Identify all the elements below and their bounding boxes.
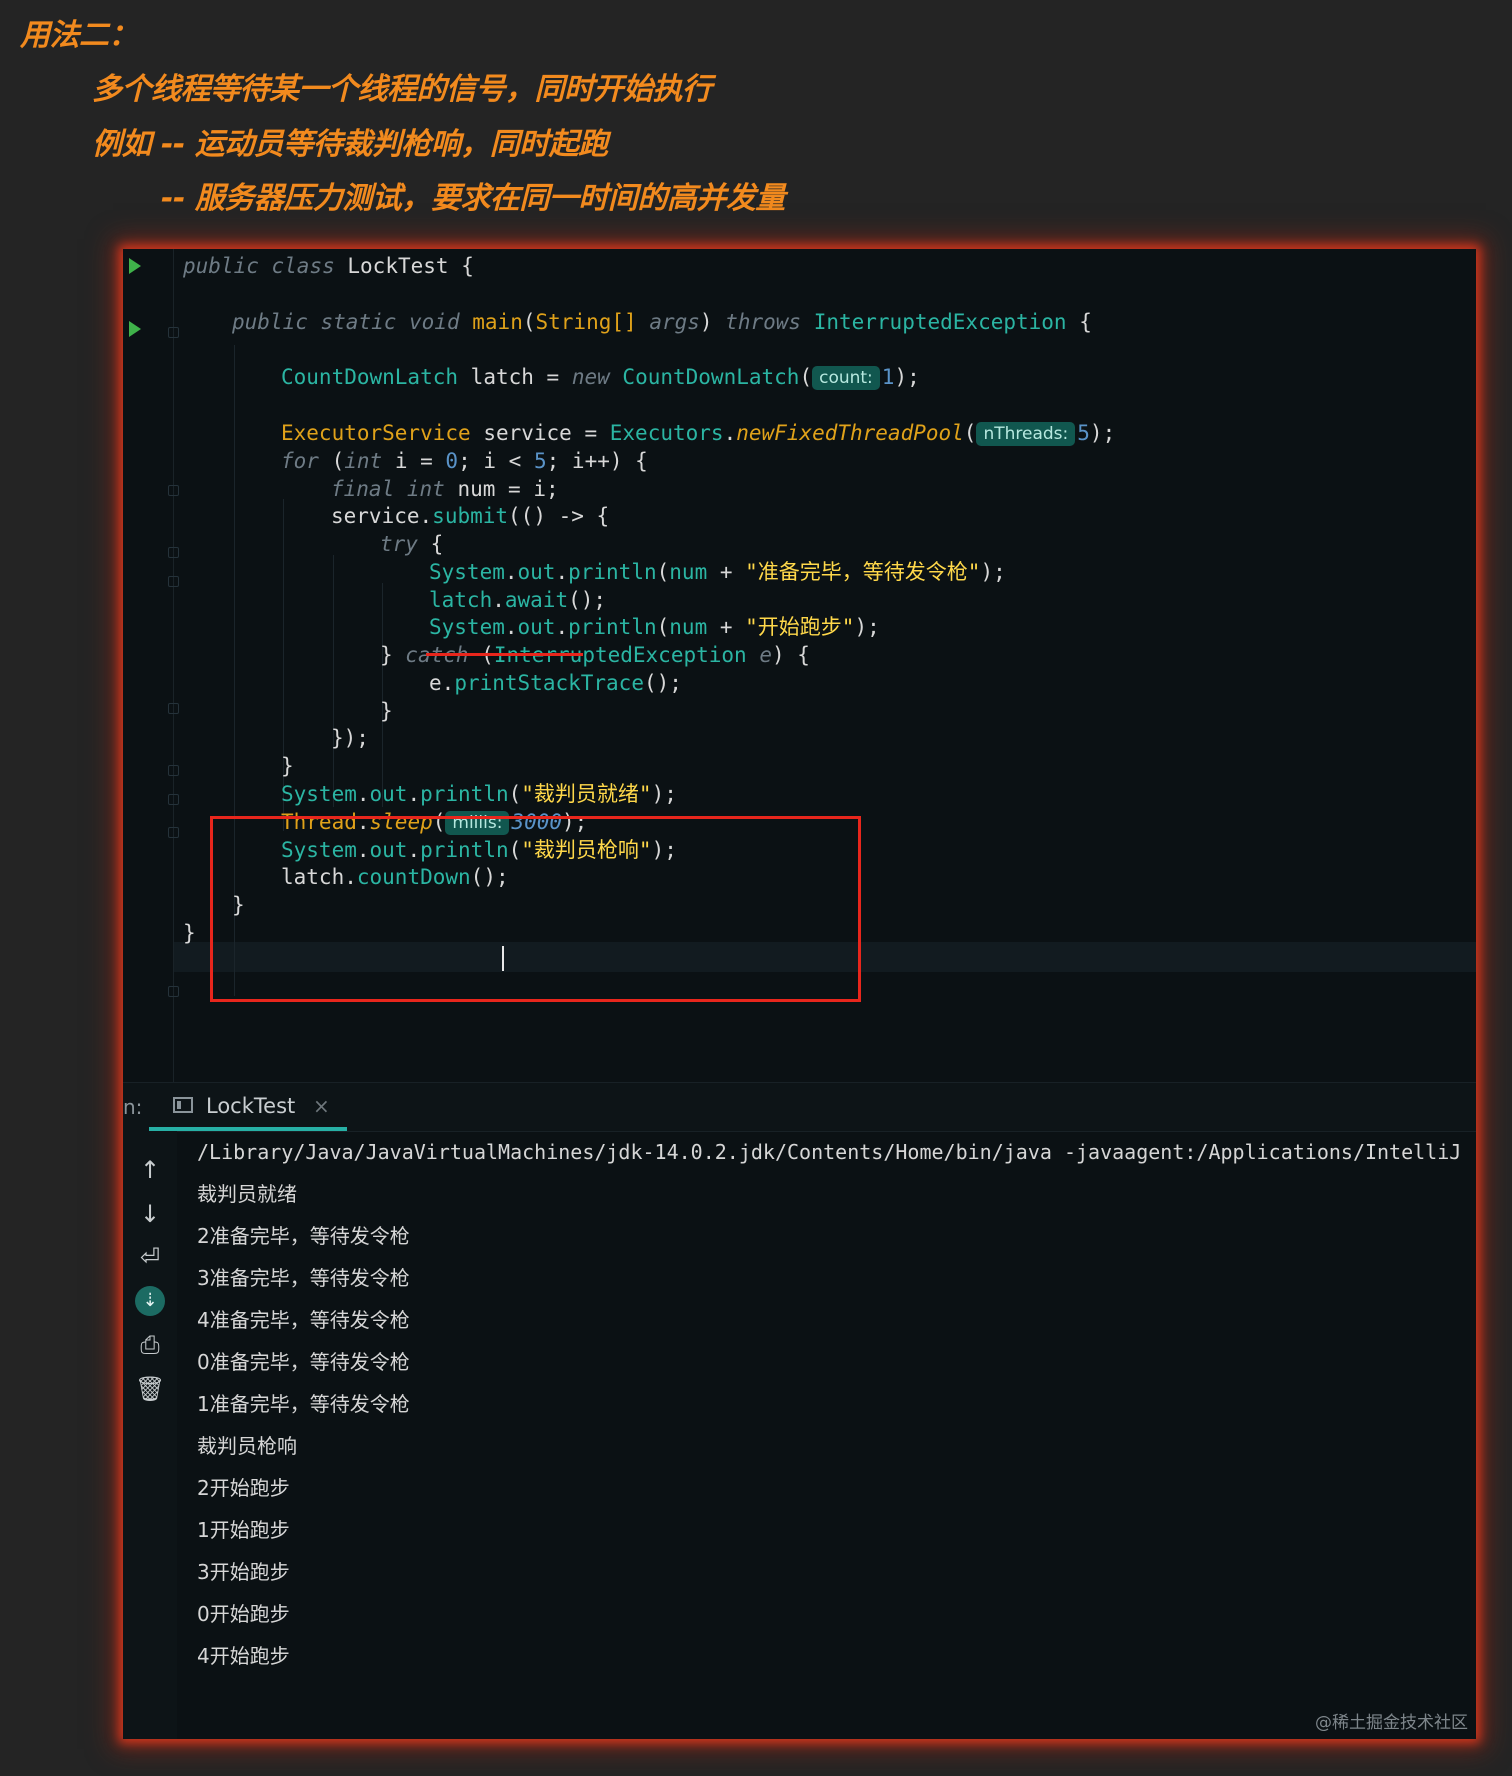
console-command: /Library/Java/JavaVirtualMachines/jdk-14… — [197, 1140, 1462, 1164]
console-line: 3准备完毕，等待发令枪 — [197, 1266, 410, 1290]
code-line: System.out.println(num + "开始跑步"); — [429, 615, 880, 639]
code-line: } — [183, 921, 196, 945]
code-line: CountDownLatch latch = new CountDownLatc… — [281, 365, 920, 390]
code-line: public class LockTest { — [183, 254, 474, 278]
code-line: } — [380, 699, 393, 723]
code-line: }); — [331, 726, 369, 750]
arrow-up-icon[interactable]: ↑ — [135, 1155, 165, 1185]
code-line: for (int i = 0; i < 5; i++) { — [281, 449, 648, 473]
param-hint-count: count: — [812, 366, 880, 390]
heading-description: 多个线程等待某一个线程的信号，同时开始执行 — [92, 72, 712, 107]
console-output[interactable]: /Library/Java/JavaVirtualMachines/jdk-14… — [197, 1131, 1476, 1739]
param-hint-nthreads: nThreads: — [976, 422, 1076, 446]
soft-wrap-icon[interactable]: ⏎ — [135, 1242, 165, 1272]
console-toolbar: ↑ ↓ ⏎ ⇣ ⎙ 🗑 — [123, 1131, 177, 1739]
console-line: 裁判员就绪 — [197, 1182, 297, 1206]
print-icon[interactable]: ⎙ — [135, 1330, 165, 1360]
console-line: 2开始跑步 — [197, 1476, 290, 1500]
console-line: 0准备完毕，等待发令枪 — [197, 1350, 410, 1374]
ide-window: public class LockTest { public static vo… — [123, 249, 1476, 1739]
await-underline — [426, 653, 583, 656]
arrow-down-icon[interactable]: ↓ — [135, 1199, 165, 1229]
highlight-box — [210, 816, 861, 1002]
code-line: try { — [380, 532, 444, 556]
code-line: System.out.println(num + "准备完毕，等待发令枪"); — [429, 560, 1006, 584]
console-line: 1开始跑步 — [197, 1518, 290, 1542]
console-line: 4准备完毕，等待发令枪 — [197, 1308, 410, 1332]
heading-example-athletes: 例如 -- 运动员等待裁判枪响，同时起跑 — [92, 127, 608, 162]
console-icon — [173, 1097, 193, 1113]
trash-icon[interactable]: 🗑 — [135, 1374, 165, 1404]
run-panel-label: n: — [123, 1095, 143, 1119]
text-caret — [502, 946, 504, 971]
run-tool-window-header: n: LockTest × — [123, 1082, 1476, 1132]
heading-example-stress-test: -- 服务器压力测试，要求在同一时间的高并发量 — [161, 181, 785, 216]
tab-label: LockTest — [206, 1094, 296, 1118]
scroll-to-end-icon[interactable]: ⇣ — [135, 1286, 165, 1316]
console-line: 3开始跑步 — [197, 1560, 290, 1584]
code-line: ExecutorService service = Executors.newF… — [281, 421, 1116, 446]
console-line: 4开始跑步 — [197, 1644, 290, 1668]
tab-locktest[interactable]: LockTest × — [149, 1083, 347, 1131]
code-line: service.submit(() -> { — [331, 504, 610, 528]
console-line: 1准备完毕，等待发令枪 — [197, 1392, 410, 1416]
watermark: @稀土掘金技术社区 — [1315, 1713, 1468, 1733]
code-line: public static void main(String[] args) t… — [232, 310, 1092, 334]
console-line: 裁判员枪响 — [197, 1434, 297, 1458]
code-line: final int num = i; — [331, 477, 559, 501]
close-icon[interactable]: × — [313, 1094, 330, 1118]
console-line: 0开始跑步 — [197, 1602, 290, 1626]
code-line: } — [281, 754, 294, 778]
code-line: e.printStackTrace(); — [429, 671, 682, 695]
code-line: latch.await(); — [429, 588, 607, 612]
console-line: 2准备完毕，等待发令枪 — [197, 1224, 410, 1248]
heading-usage-two: 用法二： — [20, 18, 139, 53]
code-line: System.out.println("裁判员就绪"); — [281, 782, 677, 806]
